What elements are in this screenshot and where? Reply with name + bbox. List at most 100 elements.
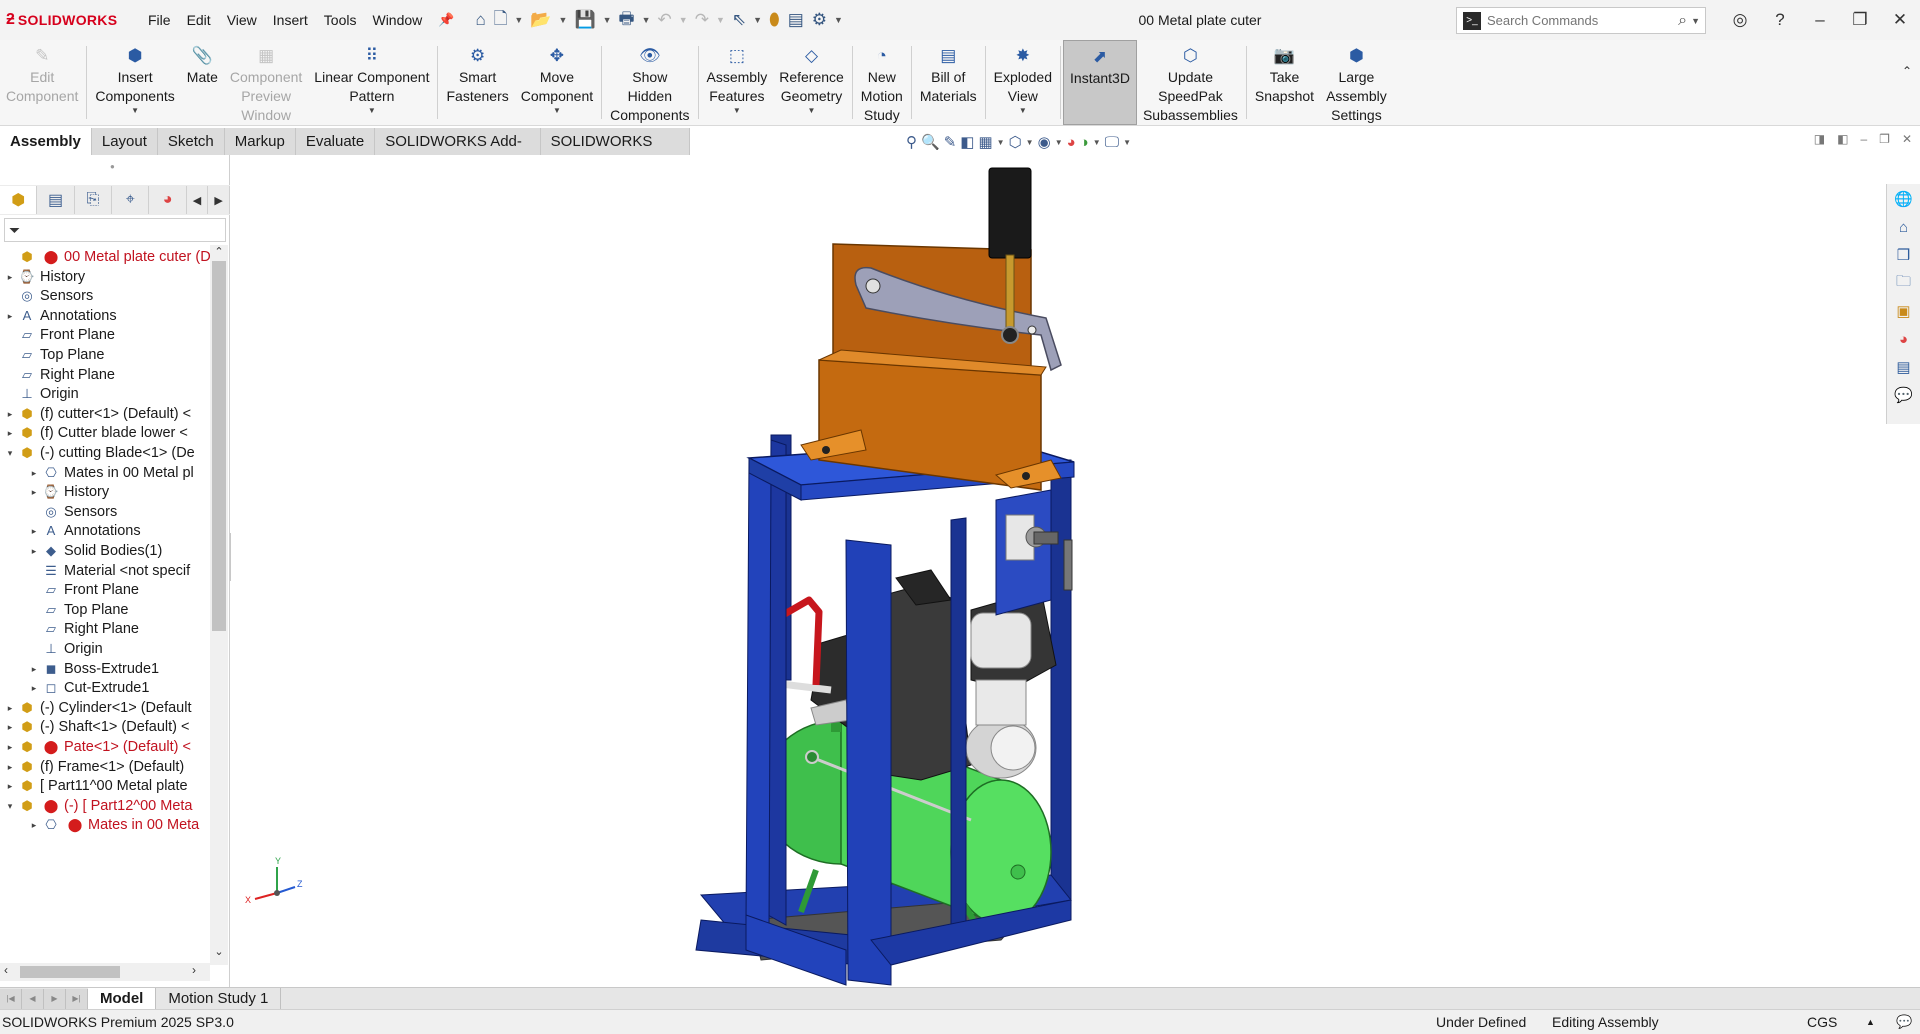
cmd-instant3d[interactable]: ⬈ Instant3D	[1063, 40, 1137, 125]
displaymanager-tab-icon[interactable]: ◕	[149, 186, 187, 214]
view-orientation-dropdown-icon[interactable]: ▼	[997, 138, 1005, 147]
new-document-icon[interactable]: 🗋	[491, 7, 511, 33]
chevron-down-icon[interactable]: ▼	[553, 106, 561, 116]
view-orientation-icon[interactable]: ⬡	[1009, 133, 1022, 151]
edit-appearance-icon[interactable]: ◕	[1067, 134, 1076, 151]
new-dropdown-icon[interactable]: ▼	[512, 7, 525, 33]
chevron-down-icon[interactable]: ▼	[368, 106, 376, 116]
tab-motion-study[interactable]: Motion Study 1	[156, 987, 282, 1010]
rebuild-icon[interactable]: ⬮	[766, 7, 783, 33]
hide-show-items-icon[interactable]: ◉	[1038, 133, 1051, 151]
file-properties-icon[interactable]: ▤	[785, 7, 807, 33]
tile-right-icon[interactable]: ◧	[1837, 132, 1848, 146]
configurationmanager-tab-icon[interactable]: ⎘	[75, 186, 113, 214]
scroll-left-icon[interactable]: ‹	[4, 963, 8, 977]
menu-edit[interactable]: Edit	[179, 12, 219, 28]
tabs-scroll-right-icon[interactable]: ▶	[208, 186, 230, 214]
pane-grip-icon[interactable]: ●	[110, 162, 115, 171]
cmd-insert-components[interactable]: ⬢ Insert Components ▼	[89, 40, 180, 125]
file-explorer-icon[interactable]: 🗀	[1892, 272, 1916, 294]
first-tab-icon[interactable]: |◀	[0, 988, 22, 1009]
custom-properties-icon[interactable]: ▤	[1892, 356, 1916, 378]
select-dropdown-icon[interactable]: ▼	[751, 7, 764, 33]
cmd-bom[interactable]: ▤ Bill of Materials	[914, 40, 983, 125]
tree-vertical-scrollbar[interactable]: ⌃ ⌄	[210, 245, 228, 965]
chevron-down-icon[interactable]: ▼	[131, 106, 139, 116]
collapse-ribbon-icon[interactable]: ⌃	[1902, 64, 1912, 78]
scene-dropdown-icon[interactable]: ▼	[1093, 138, 1101, 147]
previous-view-icon[interactable]: ✎	[944, 133, 957, 151]
save-dropdown-icon[interactable]: ▼	[601, 7, 614, 33]
search-dropdown-icon[interactable]: ▼	[1691, 16, 1705, 26]
search-icon[interactable]: ⌕	[1674, 12, 1691, 30]
solidworks-logo[interactable]: ƻ SOLIDWORKS	[0, 11, 140, 29]
view-settings-dropdown-icon[interactable]: ▼	[1123, 138, 1131, 147]
design-library-icon[interactable]: ❒	[1892, 244, 1916, 266]
redo-icon[interactable]: ↷	[692, 7, 712, 33]
chevron-down-icon[interactable]: ▼	[1019, 106, 1027, 116]
cmd-large-assembly[interactable]: ⬢ Large Assembly Settings	[1320, 40, 1393, 125]
scroll-right-icon[interactable]: ›	[192, 963, 196, 977]
print-icon[interactable]: 🖶	[616, 7, 638, 33]
cmd-linear-pattern[interactable]: ⠿ Linear Component Pattern ▼	[308, 40, 435, 125]
tab-layout[interactable]: Layout	[91, 128, 158, 155]
pin-icon[interactable]: 📌	[430, 12, 462, 28]
cmd-edit-component[interactable]: ✎ Edit Component	[0, 40, 84, 125]
solidworks-resources-icon[interactable]: 🌐	[1892, 188, 1916, 210]
appearances-icon[interactable]: ◕	[1892, 328, 1916, 350]
tab-sketch[interactable]: Sketch	[157, 128, 225, 155]
tab-evaluate[interactable]: Evaluate	[295, 128, 376, 155]
apply-scene-icon[interactable]: ◑	[1080, 134, 1089, 151]
search-input[interactable]	[1487, 13, 1675, 28]
zoom-to-fit-icon[interactable]: ⚲	[906, 133, 917, 151]
redo-dropdown-icon[interactable]: ▼	[714, 7, 727, 33]
tab-solidworks-cam[interactable]: SOLIDWORKS CAM	[540, 128, 690, 177]
tree-item[interactable]: ▸ ⎔ ⬤ Mates in 00 Meta	[0, 813, 200, 837]
cmd-exploded-view[interactable]: ✸ Exploded View ▼	[988, 40, 1058, 125]
tree-filter[interactable]: ⏷	[4, 218, 226, 242]
chevron-down-icon[interactable]: ▼	[808, 106, 816, 116]
cmd-move-component[interactable]: ✥ Move Component ▼	[515, 40, 599, 125]
hide-show-dropdown-icon[interactable]: ▼	[1055, 138, 1063, 147]
home-icon[interactable]: ⌂	[1892, 216, 1916, 238]
minimize-icon[interactable]: –	[1800, 0, 1840, 40]
undo-dropdown-icon[interactable]: ▼	[677, 7, 690, 33]
cmd-speedpak[interactable]: ⬡ Update SpeedPak Subassemblies	[1137, 40, 1244, 125]
display-style-dropdown-icon[interactable]: ▼	[1026, 138, 1034, 147]
tab-model[interactable]: Model	[88, 987, 157, 1010]
print-dropdown-icon[interactable]: ▼	[640, 7, 653, 33]
cmd-snapshot[interactable]: 📷 Take Snapshot	[1249, 40, 1320, 125]
cmd-smart-fasteners[interactable]: ⚙ Smart Fasteners	[440, 40, 514, 125]
menu-view[interactable]: View	[219, 12, 265, 28]
next-tab-icon[interactable]: ▶	[44, 988, 66, 1009]
tree-horizontal-scrollbar[interactable]: ‹ ›	[0, 963, 210, 981]
tile-left-icon[interactable]: ◨	[1814, 132, 1825, 146]
close-icon[interactable]: ✕	[1880, 0, 1920, 40]
units-dropdown-icon[interactable]: ▲	[1866, 1010, 1875, 1034]
menu-insert[interactable]: Insert	[265, 12, 316, 28]
cmd-show-hidden[interactable]: 👁 Show Hidden Components	[604, 40, 695, 125]
cmd-preview-window[interactable]: ▦ Component Preview Window	[224, 40, 308, 125]
coordinate-triad[interactable]: Y X Z	[241, 855, 311, 915]
menu-file[interactable]: File	[140, 12, 179, 28]
propertymanager-tab-icon[interactable]: ▤	[37, 186, 75, 214]
home-icon[interactable]: ⌂	[472, 7, 488, 33]
save-icon[interactable]: 💾	[571, 7, 598, 33]
cmd-reference-geometry[interactable]: ◇ Reference Geometry ▼	[773, 40, 850, 125]
menu-tools[interactable]: Tools	[316, 12, 365, 28]
search-commands-box[interactable]: >_ ⌕ ▼	[1456, 7, 1706, 34]
doc-restore-icon[interactable]: ❐	[1879, 132, 1890, 146]
scroll-thumb[interactable]	[212, 261, 226, 631]
cmd-motion-study[interactable]: ◔ New Motion Study	[855, 40, 909, 125]
restore-icon[interactable]: ❐	[1840, 0, 1880, 40]
doc-minimize-icon[interactable]: –	[1860, 132, 1867, 146]
options-gear-icon[interactable]: ⚙	[809, 7, 830, 33]
tabs-scroll-left-icon[interactable]: ◀	[187, 186, 209, 214]
account-icon[interactable]: ◎	[1720, 0, 1760, 40]
featuremanager-tab-icon[interactable]: ⬢	[0, 186, 38, 214]
forum-icon[interactable]: 💬	[1892, 384, 1916, 406]
open-dropdown-icon[interactable]: ▼	[557, 7, 570, 33]
cmd-mate[interactable]: 📎 Mate	[181, 40, 224, 125]
menu-window[interactable]: Window	[364, 12, 430, 28]
tab-markup[interactable]: Markup	[224, 128, 296, 155]
